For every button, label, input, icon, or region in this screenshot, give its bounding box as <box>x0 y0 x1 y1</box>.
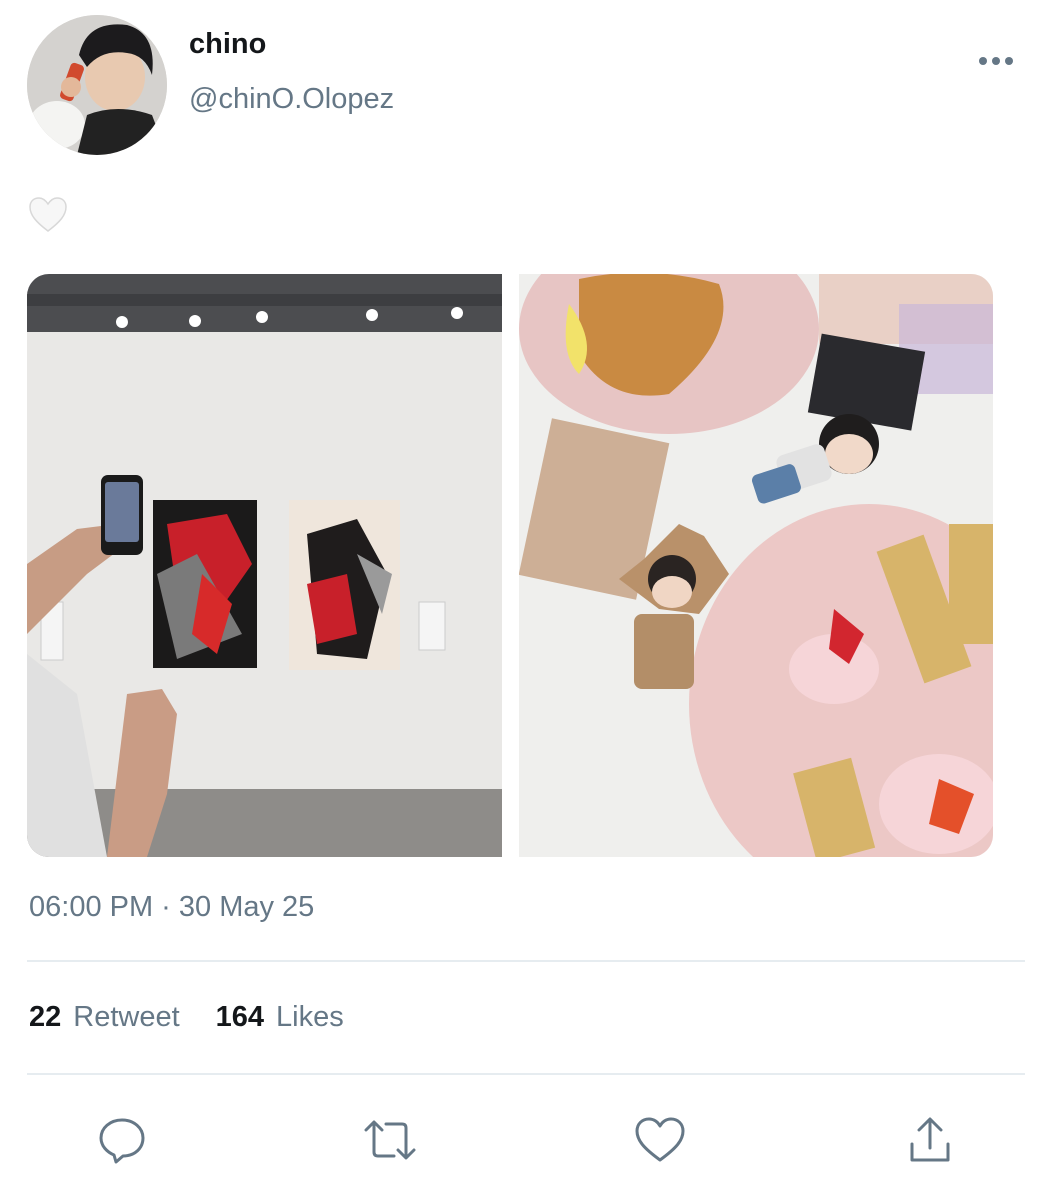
author-handle[interactable]: @chinO.Olopez <box>189 83 394 116</box>
like-icon <box>635 1117 685 1162</box>
retweets-count: 22 <box>29 1001 62 1033</box>
avatar-image <box>27 15 167 155</box>
divider <box>27 1073 1025 1075</box>
more-dot <box>1005 57 1013 65</box>
likes-label: Likes <box>276 1001 344 1033</box>
reply-icon <box>99 1118 145 1164</box>
more-options-button[interactable] <box>968 44 1024 78</box>
reply-button[interactable] <box>92 1110 152 1170</box>
white-heart-icon <box>28 195 68 235</box>
avatar[interactable] <box>27 15 167 155</box>
tweet-timestamp[interactable]: 06:00 PM · 30 May 25 <box>29 891 314 924</box>
likes-count: 164 <box>215 1001 265 1033</box>
tweet-photo-food[interactable] <box>519 274 993 857</box>
divider <box>27 960 1025 962</box>
author-display-name[interactable]: chino <box>189 28 266 61</box>
likes-stat[interactable]: 164 Likes <box>216 1001 344 1034</box>
more-dot <box>992 57 1000 65</box>
retweet-button[interactable] <box>360 1110 420 1170</box>
retweets-label: Retweet <box>73 1001 180 1033</box>
tweet-photo-gallery[interactable] <box>27 274 502 857</box>
retweet-icon <box>364 1120 416 1160</box>
retweets-stat[interactable]: 22 Retweet <box>29 1001 180 1034</box>
tweet-stats: 22 Retweet 164 Likes <box>29 1001 344 1034</box>
share-icon <box>910 1117 950 1162</box>
more-dot <box>979 57 987 65</box>
like-button[interactable] <box>630 1110 690 1170</box>
share-button[interactable] <box>900 1110 960 1170</box>
